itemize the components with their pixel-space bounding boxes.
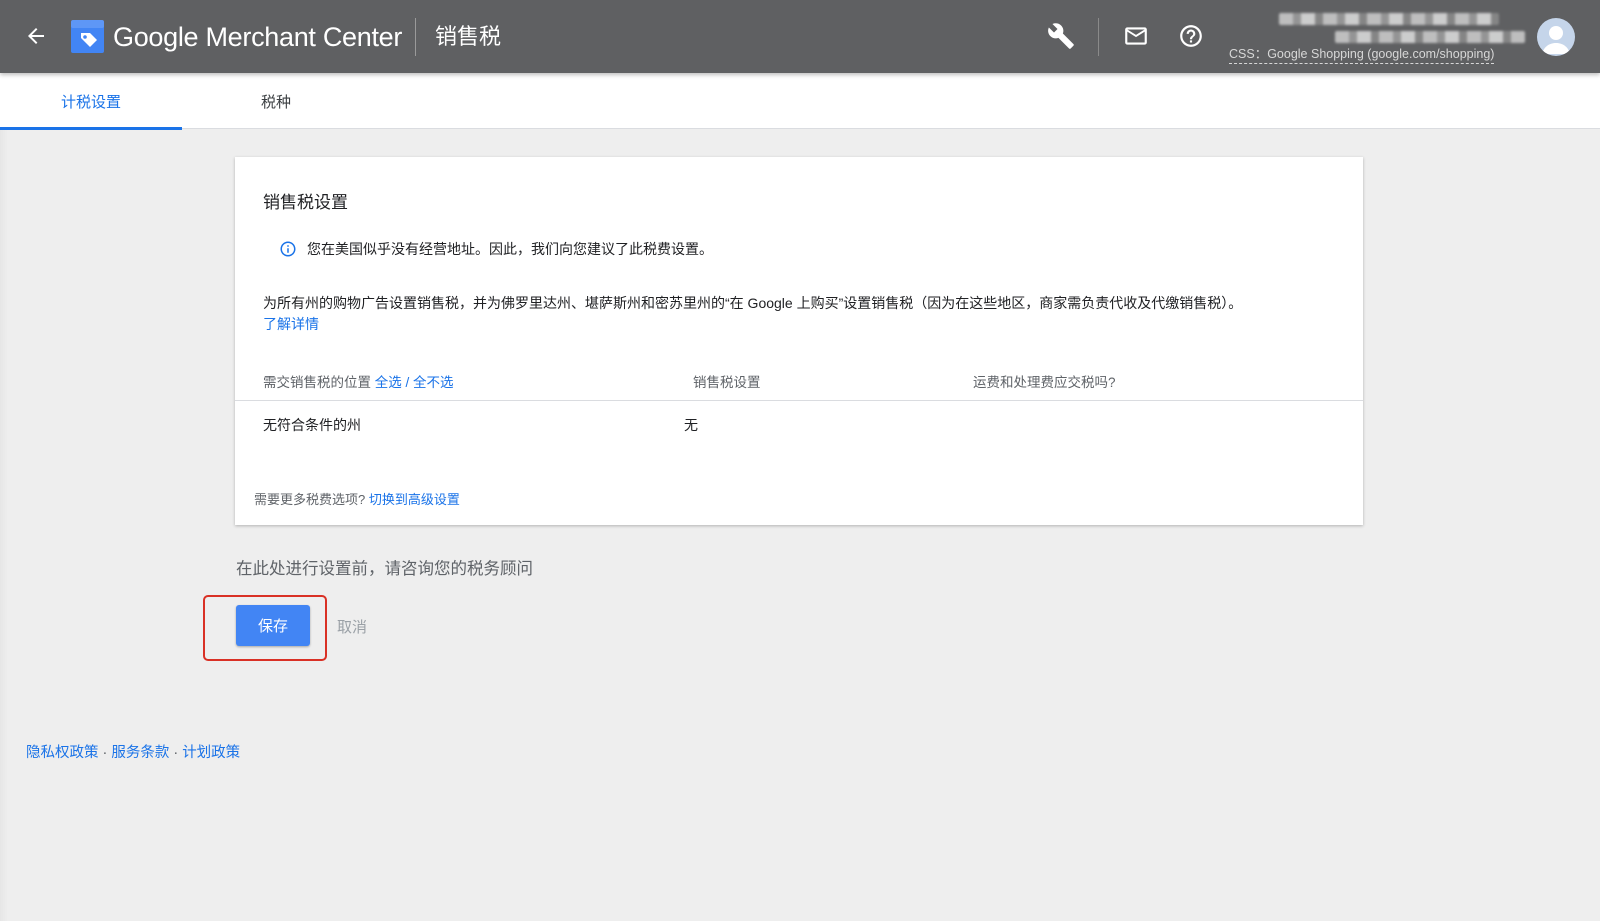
arrow-back-icon bbox=[28, 28, 44, 44]
tab-tax-types[interactable]: 税种 bbox=[185, 73, 367, 129]
cancel-button[interactable]: 取消 bbox=[337, 616, 367, 637]
help-button[interactable] bbox=[1173, 18, 1209, 54]
table-row: 无符合条件的州 无 bbox=[235, 401, 1363, 449]
tax-advice-text: 在此处进行设置前，请咨询您的税务顾问 bbox=[236, 560, 533, 578]
footer-links: 隐私权政策 · 服务条款 · 计划政策 bbox=[26, 741, 240, 762]
css-label: CSS：Google Shopping (google.com/shopping… bbox=[1229, 46, 1495, 64]
select-all-link[interactable]: 全选 bbox=[375, 375, 402, 390]
more-options: 需要更多税费选项? 切换到高级设置 bbox=[254, 489, 460, 508]
account-id-redacted bbox=[1335, 31, 1525, 43]
brand-name: Google Merchant Center bbox=[113, 22, 403, 52]
info-text: 您在美国似乎没有经营地址。因此，我们向您建议了此税费设置。 bbox=[307, 241, 713, 257]
col-shipping-taxable-header: 运费和处理费应交税吗? bbox=[973, 375, 1116, 390]
description-text: 为所有州的购物广告设置销售税，并为佛罗里达州、堪萨斯州和密苏里州的“在 Goog… bbox=[263, 295, 1243, 311]
tab-bar: 计税设置 税种 bbox=[0, 73, 1600, 130]
mail-icon bbox=[1125, 27, 1147, 45]
page-title: 销售税 bbox=[435, 24, 502, 49]
program-policies-link[interactable]: 计划政策 bbox=[182, 745, 240, 761]
more-options-text: 需要更多税费选项? bbox=[254, 492, 366, 507]
select-separator: / bbox=[401, 375, 414, 390]
table-header: 需交销售税的位置 全选 / 全不选 销售税设置 运费和处理费应交税吗? bbox=[235, 361, 1363, 401]
row-setting: 无 bbox=[684, 417, 698, 433]
sales-tax-settings-card: 销售税设置 您在美国似乎没有经营地址。因此，我们向您建议了此税费设置。 为所有州… bbox=[235, 157, 1363, 525]
terms-of-service-link[interactable]: 服务条款 bbox=[111, 745, 169, 761]
avatar[interactable] bbox=[1537, 18, 1575, 56]
account-name-redacted bbox=[1279, 13, 1499, 25]
actions-divider bbox=[1098, 18, 1099, 56]
tools-button[interactable] bbox=[1043, 18, 1079, 54]
tab-tax-settings[interactable]: 计税设置 bbox=[0, 73, 182, 130]
wrench-icon bbox=[1048, 23, 1074, 49]
left-shade bbox=[0, 129, 8, 921]
col-location-label: 需交销售税的位置 bbox=[263, 375, 371, 390]
description: 为所有州的购物广告设置销售税，并为佛罗里达州、堪萨斯州和密苏里州的“在 Goog… bbox=[263, 293, 1343, 335]
learn-more-link[interactable]: 了解详情 bbox=[263, 316, 319, 332]
back-button[interactable] bbox=[18, 18, 54, 54]
select-none-link[interactable]: 全不选 bbox=[413, 375, 454, 390]
info-icon bbox=[280, 241, 296, 257]
person-icon bbox=[1542, 26, 1570, 54]
help-icon bbox=[1180, 25, 1202, 47]
col-setting-header: 销售税设置 bbox=[693, 375, 761, 390]
col-location-header: 需交销售税的位置 全选 / 全不选 bbox=[263, 371, 454, 391]
brand-divider bbox=[415, 18, 416, 56]
save-button[interactable]: 保存 bbox=[236, 605, 310, 646]
info-message: 您在美国似乎没有经营地址。因此，我们向您建议了此税费设置。 bbox=[279, 239, 713, 259]
notifications-button[interactable] bbox=[1118, 18, 1154, 54]
advanced-settings-link[interactable]: 切换到高级设置 bbox=[369, 492, 460, 507]
footer-separator: · bbox=[102, 745, 108, 761]
row-location: 无符合条件的州 bbox=[263, 417, 361, 433]
merchant-center-logo-icon bbox=[71, 20, 104, 53]
account-switcher[interactable]: CSS：Google Shopping (google.com/shopping… bbox=[1225, 8, 1525, 66]
privacy-policy-link[interactable]: 隐私权政策 bbox=[26, 745, 99, 761]
card-title: 销售税设置 bbox=[263, 193, 348, 212]
footer-separator: · bbox=[173, 745, 179, 761]
app-bar: Google Merchant Center 销售税 CSS：Google Sh… bbox=[0, 0, 1600, 73]
